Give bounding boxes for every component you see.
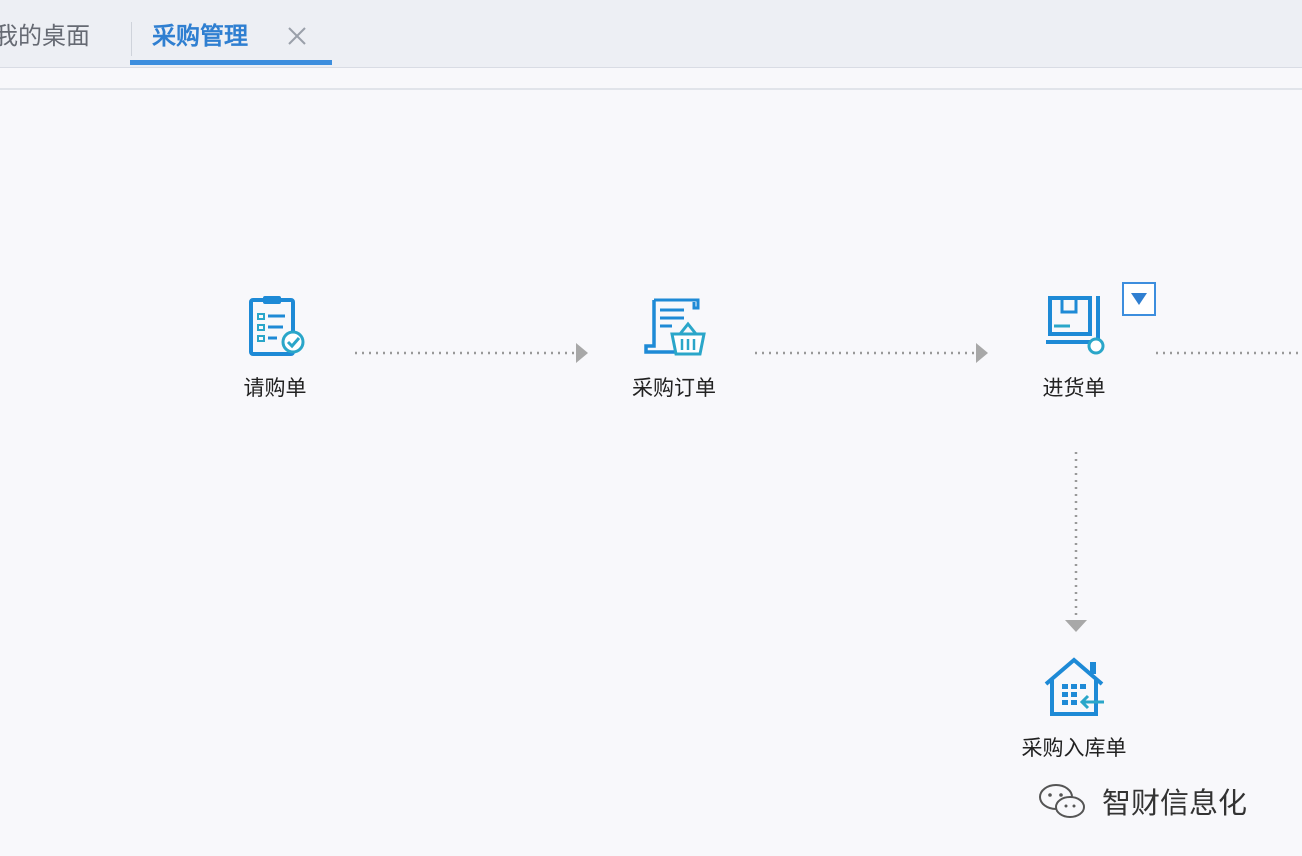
purchase-order-basket-icon — [644, 298, 706, 356]
arrow-order-to-receipt — [755, 343, 988, 363]
flow-node-label: 采购订单 — [632, 376, 716, 400]
watermark-text: 智财信息化 — [1102, 786, 1248, 820]
flow-dropdown-button[interactable] — [1122, 282, 1156, 316]
caret-down-icon — [1131, 293, 1147, 305]
flow-node-label: 采购入库单 — [1021, 736, 1127, 760]
arrow-receipt-to-inbound — [1065, 452, 1087, 632]
warehouse-inbound-icon — [1044, 657, 1104, 716]
flow-node-purchase-order[interactable]: 采购订单 — [604, 294, 744, 402]
wechat-icon — [1039, 784, 1085, 818]
requisition-form-icon — [249, 296, 305, 356]
flow-node-label: 进货单 — [1042, 376, 1106, 400]
flow-node-label: 请购单 — [243, 376, 307, 400]
flow-node-requisition[interactable]: 请购单 — [205, 294, 345, 402]
goods-receipt-icon — [1046, 296, 1105, 355]
watermark: 智财信息化 — [1036, 780, 1247, 822]
flow-node-inbound-receipt[interactable]: 采购入库单 — [1004, 654, 1144, 762]
arrow-requisition-to-order — [355, 343, 588, 363]
